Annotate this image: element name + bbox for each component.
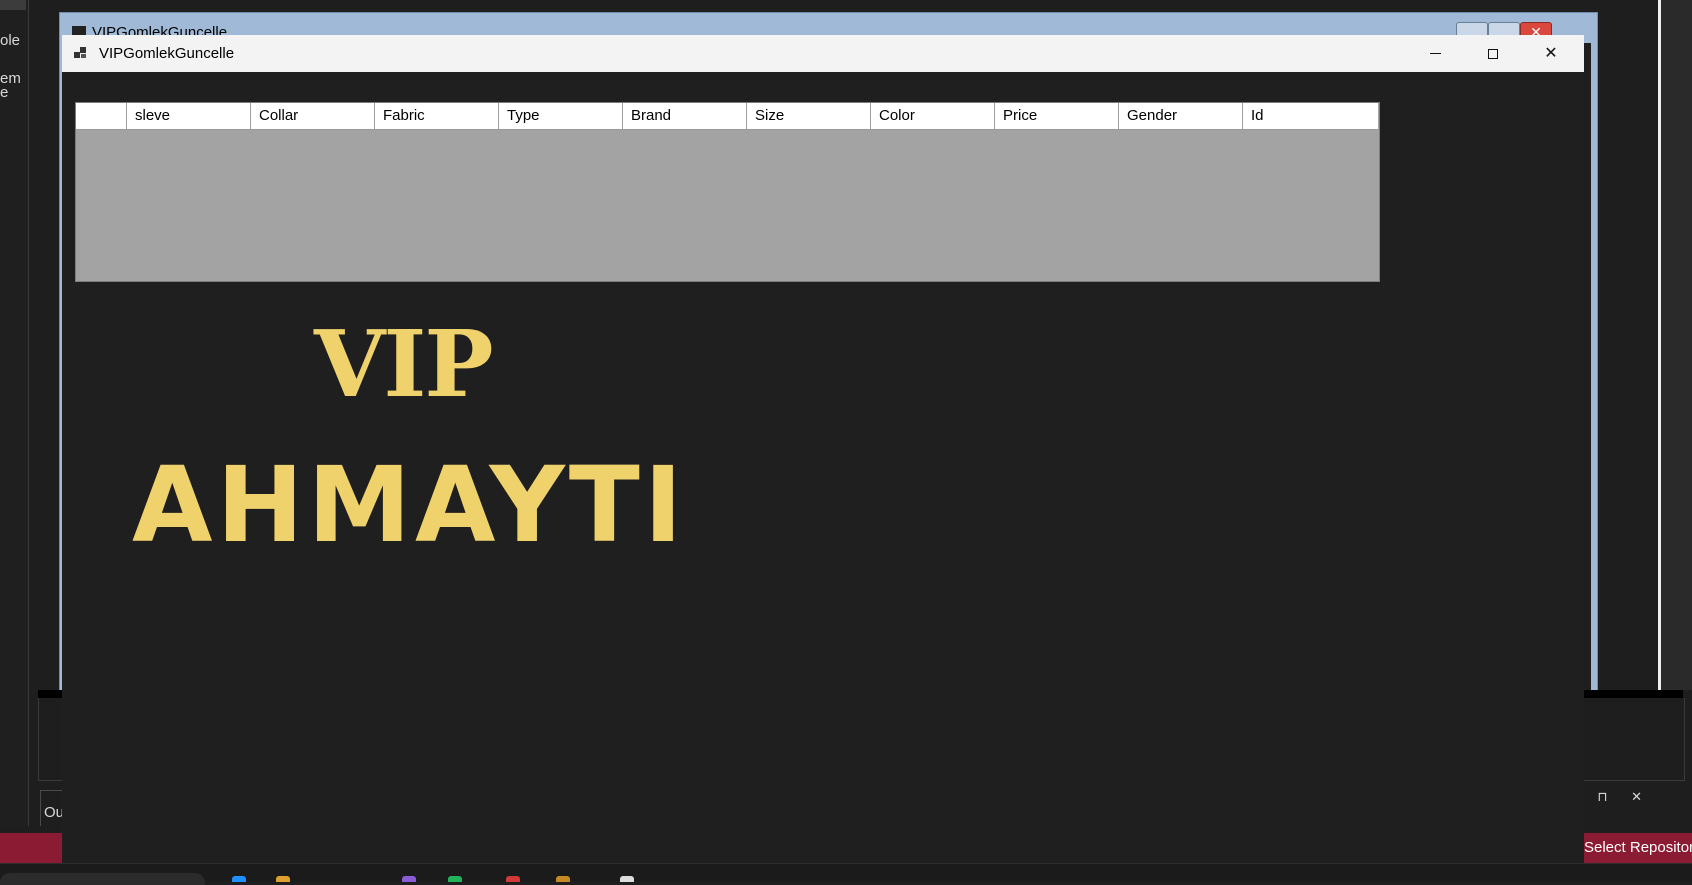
title-bar[interactable]: VIPGomlekGuncelle ✕: [62, 35, 1584, 72]
column-header-brand[interactable]: Brand: [623, 103, 747, 129]
taskbar-chrome-icon[interactable]: [506, 876, 520, 882]
taskbar-folder-icon[interactable]: [276, 876, 290, 882]
ide-fragment-1: ole: [0, 32, 21, 49]
logo-vip-text: VIP: [314, 310, 494, 418]
taskbar-spotify-icon[interactable]: [448, 876, 462, 882]
column-header-color[interactable]: Color: [871, 103, 995, 129]
column-header-collar[interactable]: Collar: [251, 103, 375, 129]
minimize-button[interactable]: [1406, 35, 1464, 72]
data-grid[interactable]: sleve Collar Fabric Type Brand Size Colo…: [75, 102, 1380, 282]
grid-header-row: sleve Collar Fabric Type Brand Size Colo…: [76, 103, 1378, 130]
column-header-price[interactable]: Price: [995, 103, 1119, 129]
column-header-fabric[interactable]: Fabric: [375, 103, 499, 129]
ide-scrollbar[interactable]: [1658, 0, 1661, 690]
maximize-button[interactable]: [1464, 35, 1522, 72]
column-header-sleve[interactable]: sleve: [127, 103, 251, 129]
taskbar-app2-icon[interactable]: [556, 876, 570, 882]
status-bar-left[interactable]: [0, 833, 64, 863]
ide-left-topbar: [0, 0, 26, 10]
maximize-icon: [1488, 48, 1498, 59]
taskbar-vs-icon[interactable]: [402, 876, 416, 882]
taskbar: [0, 863, 1692, 885]
app-window-icon: [74, 47, 86, 58]
column-header-id[interactable]: Id: [1243, 103, 1369, 129]
minimize-icon: [1429, 53, 1441, 55]
ide-output-label: Ou: [44, 804, 65, 821]
ide-right-panel: [1658, 0, 1692, 690]
column-header-gender[interactable]: Gender: [1119, 103, 1243, 129]
close-button[interactable]: ✕: [1522, 35, 1580, 72]
logo-brand-name: AHMAYTI: [132, 444, 687, 566]
taskbar-search[interactable]: [0, 873, 205, 885]
main-window: VIPGomlekGuncelle ✕ sleve Collar Fabric …: [62, 35, 1584, 863]
window-title: VIPGomlekGuncelle: [99, 45, 235, 62]
column-header-type[interactable]: Type: [499, 103, 623, 129]
taskbar-file-icon[interactable]: [620, 876, 634, 882]
grid-row-header-corner[interactable]: [76, 103, 127, 129]
taskbar-app-icon[interactable]: [232, 876, 246, 882]
status-select-repository[interactable]: Select Repositor: [1582, 833, 1692, 863]
ide-fragment-3: e: [0, 84, 9, 101]
column-header-size[interactable]: Size: [747, 103, 871, 129]
ide-left-panel: ole em e: [0, 0, 29, 826]
